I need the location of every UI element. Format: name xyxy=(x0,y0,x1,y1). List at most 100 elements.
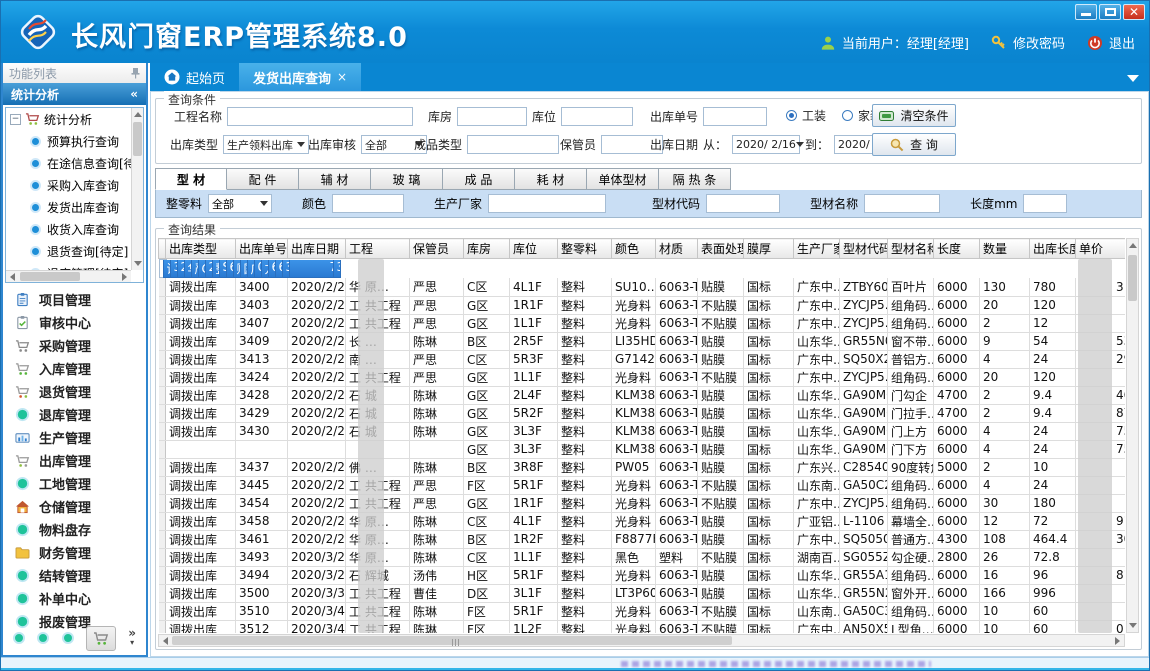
stats-group-header[interactable]: 统计分析 « xyxy=(3,83,146,105)
maker-input[interactable] xyxy=(488,194,606,213)
out-type-select[interactable]: 生产领料出库 xyxy=(223,135,309,154)
tab-close-icon[interactable]: × xyxy=(337,70,347,84)
table-row[interactable]: 调拨出库34372020/2/27佛 …陈琳B区3R8F整料PW056063-T… xyxy=(159,458,1126,476)
change-password-button[interactable]: 修改密码 xyxy=(991,33,1065,52)
tree-item-发货出库查询[interactable]: 发货出库查询 xyxy=(6,196,131,218)
sidebar-item-项目管理[interactable]: 项目管理 xyxy=(3,288,146,311)
table-row[interactable]: 调拨出库34132020/2/26南 …严思C区5R3F整料G714226063… xyxy=(159,350,1126,368)
tree-item-退库管理[待定][interactable]: 退库管理[待定] xyxy=(6,262,131,270)
table-row[interactable]: 调拨出库34302020/2/26石 城陈琳G区3L3F整料KLM3817606… xyxy=(159,422,1126,440)
collapse-icon[interactable]: « xyxy=(130,87,138,101)
sidebar-item-补单中心[interactable]: 补单中心 xyxy=(3,587,146,610)
column-header-膜厚[interactable]: 膜厚 xyxy=(744,239,794,259)
profile-name-input[interactable] xyxy=(864,194,940,213)
tab-list-dropdown-icon[interactable] xyxy=(1127,75,1139,82)
minimize-button[interactable] xyxy=(1075,4,1097,20)
table-row[interactable]: 调拨出库35122020/3/4工 共工程陈琳F区1L2F整料光身料6063-T… xyxy=(159,620,1126,633)
dock-dot-icon[interactable] xyxy=(37,632,49,644)
table-row[interactable]: 调拨出库34282020/2/26石 城陈琳G区2L4F整料KLM3817606… xyxy=(159,386,1126,404)
table-row[interactable]: 调拨出库34002020/2/25华 原…严思C区4L1F整料SU10…6063… xyxy=(159,278,1126,296)
tree-item-收货入库查询[interactable]: 收货入库查询 xyxy=(6,218,131,240)
column-header-表面处理[interactable]: 表面处理 xyxy=(698,239,744,259)
table-row[interactable]: 调拨出库33992020/2/25华 原…严思C区2L1F整料SU10…6063… xyxy=(159,259,167,278)
column-header-数量[interactable]: 数量 xyxy=(980,239,1030,259)
column-header-库位[interactable]: 库位 xyxy=(510,239,558,259)
dock-dot-icon[interactable] xyxy=(62,632,74,644)
radio-gongzhuang[interactable] xyxy=(786,110,797,121)
table-row[interactable]: 调拨出库35002020/3/3工 共工程曹佳D区3L1F整料LT3P60606… xyxy=(159,584,1126,602)
tree-root-item[interactable]: −统计分析 xyxy=(6,108,131,130)
table-row[interactable]: G区3L3F整料KLM38176063-T5贴膜国标山东华…GA90M09.门下… xyxy=(159,440,1126,458)
table-row[interactable]: 调拨出库34032020/2/25工 共工程严思G区1R1F整料光身料6063-… xyxy=(159,296,1126,314)
table-row[interactable]: 调拨出库34942020/3/2石 辉城汤伟H区5R1F整料光身料6063-T5… xyxy=(159,566,1126,584)
table-row[interactable]: 调拨出库34582020/2/28华 原…陈琳C区4L1F整料光身料6063-T… xyxy=(159,512,1126,530)
tab-outbound-query[interactable]: 发货出库查询 × xyxy=(239,63,361,91)
column-header-工程[interactable]: 工程 xyxy=(346,239,410,259)
sidebar-item-物料盘存[interactable]: 物料盘存 xyxy=(3,518,146,541)
column-header-出库类型[interactable]: 出库类型 xyxy=(166,239,236,259)
location-input[interactable] xyxy=(561,107,633,126)
radio-jiazhuang[interactable] xyxy=(842,110,853,121)
subtab-单体型材[interactable]: 单体型材 xyxy=(587,168,659,190)
subtab-成品[interactable]: 成 品 xyxy=(443,168,515,190)
maximize-button[interactable] xyxy=(1099,4,1121,20)
sidebar-item-生产管理[interactable]: 生产管理 xyxy=(3,426,146,449)
warehouse-input[interactable] xyxy=(457,107,527,126)
expander-icon[interactable]: − xyxy=(10,114,21,125)
logout-button[interactable]: 退出 xyxy=(1087,33,1135,52)
subtab-型材[interactable]: 型 材 xyxy=(155,168,227,190)
column-header-型材代码[interactable]: 型材代码 xyxy=(840,239,888,259)
length-input[interactable] xyxy=(1023,194,1067,213)
subtab-配件[interactable]: 配 件 xyxy=(227,168,299,190)
sidebar-item-工地管理[interactable]: 工地管理 xyxy=(3,472,146,495)
sidebar-item-仓储管理[interactable]: 仓储管理 xyxy=(3,495,146,518)
tree-item-退货查询[待定][interactable]: 退货查询[待定] xyxy=(6,240,131,262)
pin-icon[interactable] xyxy=(131,68,140,79)
column-header-库房[interactable]: 库房 xyxy=(464,239,510,259)
subtab-玻璃[interactable]: 玻 璃 xyxy=(371,168,443,190)
dock-cart-button[interactable] xyxy=(86,626,116,651)
column-header-材质[interactable]: 材质 xyxy=(656,239,698,259)
dock-dot-icon[interactable] xyxy=(13,632,25,644)
tree-item-采购入库查询[interactable]: 采购入库查询 xyxy=(6,174,131,196)
table-row[interactable]: 调拨出库34452020/2/27工 共工程严思F区5R1F整料光身料6063-… xyxy=(159,476,1126,494)
project-name-input[interactable] xyxy=(227,107,413,126)
subtab-辅材[interactable]: 辅 材 xyxy=(299,168,371,190)
column-header-出库日期[interactable]: 出库日期 xyxy=(288,239,346,259)
column-header-出库单号[interactable]: 出库单号 xyxy=(236,239,288,259)
grid-horizontal-scrollbar[interactable] xyxy=(158,634,1125,647)
sidebar-item-审核中心[interactable]: 审核中心 xyxy=(3,311,146,334)
column-header-长度[interactable]: 长度 xyxy=(934,239,980,259)
clear-conditions-button[interactable]: 清空条件 xyxy=(872,104,956,127)
tree-vertical-scrollbar[interactable] xyxy=(131,108,143,270)
table-row[interactable]: 调拨出库34932020/3/2华 原…陈琳C区1L1F整料黑色塑料不贴膜国标湖… xyxy=(159,548,1126,566)
profile-code-input[interactable] xyxy=(706,194,780,213)
sidebar-item-结转管理[interactable]: 结转管理 xyxy=(3,564,146,587)
table-row[interactable]: 调拨出库34092020/2/25长 …陈琳B区2R5F整料LI35HD6063… xyxy=(159,332,1126,350)
column-header-出库长度[interactable]: 出库长度 xyxy=(1030,239,1076,259)
search-button[interactable]: 查 询 xyxy=(872,133,956,156)
sidebar-item-退库管理[interactable]: 退库管理 xyxy=(3,403,146,426)
product-type-input[interactable] xyxy=(467,135,559,154)
table-row[interactable]: 调拨出库34292020/2/26石 城陈琳G区5R2F整料KLM3817606… xyxy=(159,404,1126,422)
table-row[interactable]: 调拨出库34542020/2/28工 共工程严思G区1R1F整料光身料6063-… xyxy=(159,494,1126,512)
sidebar-item-入库管理[interactable]: 入库管理 xyxy=(3,357,146,380)
grid-vertical-scrollbar[interactable] xyxy=(1126,238,1139,633)
tree-item-在途信息查询[待[interactable]: 在途信息查询[待 xyxy=(6,152,131,174)
sidebar-item-退货管理[interactable]: 退货管理 xyxy=(3,380,146,403)
tree-horizontal-scrollbar[interactable] xyxy=(6,270,131,282)
close-button[interactable]: ✕ xyxy=(1123,4,1145,20)
tree-item-预算执行查询[interactable]: 预算执行查询 xyxy=(6,130,131,152)
order-no-input[interactable] xyxy=(703,107,767,126)
column-header-整零料[interactable]: 整零料 xyxy=(558,239,612,259)
subtab-耗材[interactable]: 耗 材 xyxy=(515,168,587,190)
table-row[interactable]: 调拨出库34242020/2/26工 共工程严思G区1L1F整料光身料6063-… xyxy=(159,368,1126,386)
dock-more-button[interactable]: »▾ xyxy=(128,629,136,647)
sidebar-item-财务管理[interactable]: 财务管理 xyxy=(3,541,146,564)
sidebar-item-出库管理[interactable]: 出库管理 xyxy=(3,449,146,472)
column-header-颜色[interactable]: 颜色 xyxy=(612,239,656,259)
column-header-单价[interactable]: 单价 xyxy=(1076,239,1126,259)
table-row[interactable]: 调拨出库35102020/3/4工 共工程陈琳F区5R1F整料光身料6063-T… xyxy=(159,602,1126,620)
column-header-保管员[interactable]: 保管员 xyxy=(410,239,464,259)
color-input[interactable] xyxy=(332,194,404,213)
